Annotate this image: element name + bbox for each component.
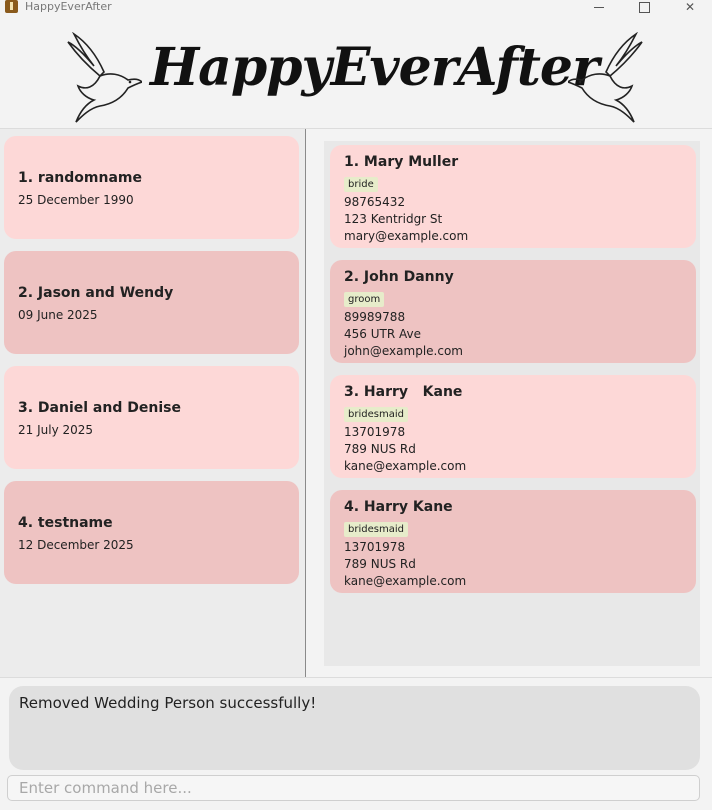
person-tag: bridesmaid	[344, 522, 408, 537]
person-email: mary@example.com	[344, 229, 469, 243]
minimize-button[interactable]	[577, 0, 621, 14]
person-email: kane@example.com	[344, 459, 467, 473]
wedding-list-panel[interactable]: 1. randomname 25 December 1990 2. Jason …	[0, 129, 305, 677]
person-name: 4. Harry Kane	[344, 499, 453, 515]
person-name: 1. Mary Muller	[344, 154, 459, 170]
app-icon	[5, 0, 18, 13]
person-card[interactable]: 2. John Danny groom 89989788 456 UTR Ave…	[330, 260, 696, 363]
person-phone: 13701978	[344, 425, 406, 439]
minimize-icon	[594, 6, 604, 8]
command-input[interactable]	[7, 775, 700, 801]
maximize-button[interactable]	[622, 0, 666, 14]
person-address: 789 NUS Rd	[344, 442, 416, 456]
wedding-card[interactable]: 1. randomname 25 December 1990	[4, 136, 299, 239]
person-email: kane@example.com	[344, 574, 467, 588]
person-address: 456 UTR Ave	[344, 327, 421, 341]
wedding-card[interactable]: 3. Daniel and Denise 21 July 2025	[4, 366, 299, 469]
person-list-panel: 1. Mary Muller bride 98765432 123 Kentri…	[306, 129, 712, 677]
close-icon: ✕	[684, 0, 696, 14]
wedding-card[interactable]: 2. Jason and Wendy 09 June 2025	[4, 251, 299, 354]
person-list[interactable]: 1. Mary Muller bride 98765432 123 Kentri…	[324, 141, 700, 666]
wedding-date: 09 June 2025	[18, 308, 98, 322]
dove-icon	[568, 32, 643, 123]
close-button[interactable]: ✕	[668, 0, 712, 14]
banner-title: HappyEverAfter	[150, 37, 599, 98]
person-phone: 13701978	[344, 540, 406, 554]
wedding-date: 21 July 2025	[18, 423, 94, 437]
person-tag: groom	[344, 292, 385, 307]
person-card[interactable]: 1. Mary Muller bride 98765432 123 Kentri…	[330, 145, 696, 248]
dove-icon	[67, 32, 142, 123]
wedding-date: 25 December 1990	[18, 193, 134, 207]
person-name: 2. John Danny	[344, 269, 454, 285]
person-phone: 98765432	[344, 195, 406, 209]
person-tag: bride	[344, 177, 378, 192]
person-phone: 89989788	[344, 310, 406, 324]
person-address: 123 Kentridgr St	[344, 212, 443, 226]
maximize-icon	[638, 1, 650, 13]
wedding-title: 2. Jason and Wendy	[18, 285, 174, 301]
person-name: 3. Harry Kane	[344, 384, 463, 400]
banner: HappyEverAfter	[0, 14, 712, 128]
result-display[interactable]: Removed Wedding Person successfully!	[9, 686, 700, 770]
person-address: 789 NUS Rd	[344, 557, 416, 571]
wedding-title: 3. Daniel and Denise	[18, 400, 181, 416]
window-title: HappyEverAfter	[25, 0, 112, 13]
divider	[0, 677, 712, 678]
result-message: Removed Wedding Person successfully!	[19, 694, 317, 712]
person-card[interactable]: 3. Harry Kane bridesmaid 13701978 789 NU…	[330, 375, 696, 478]
person-tag: bridesmaid	[344, 407, 408, 422]
person-email: john@example.com	[344, 344, 463, 358]
title-bar: HappyEverAfter ✕	[0, 0, 712, 14]
person-card[interactable]: 4. Harry Kane bridesmaid 13701978 789 NU…	[330, 490, 696, 593]
wedding-title: 4. testname	[18, 515, 113, 531]
wedding-date: 12 December 2025	[18, 538, 134, 552]
wedding-card[interactable]: 4. testname 12 December 2025	[4, 481, 299, 584]
wedding-title: 1. randomname	[18, 170, 142, 186]
